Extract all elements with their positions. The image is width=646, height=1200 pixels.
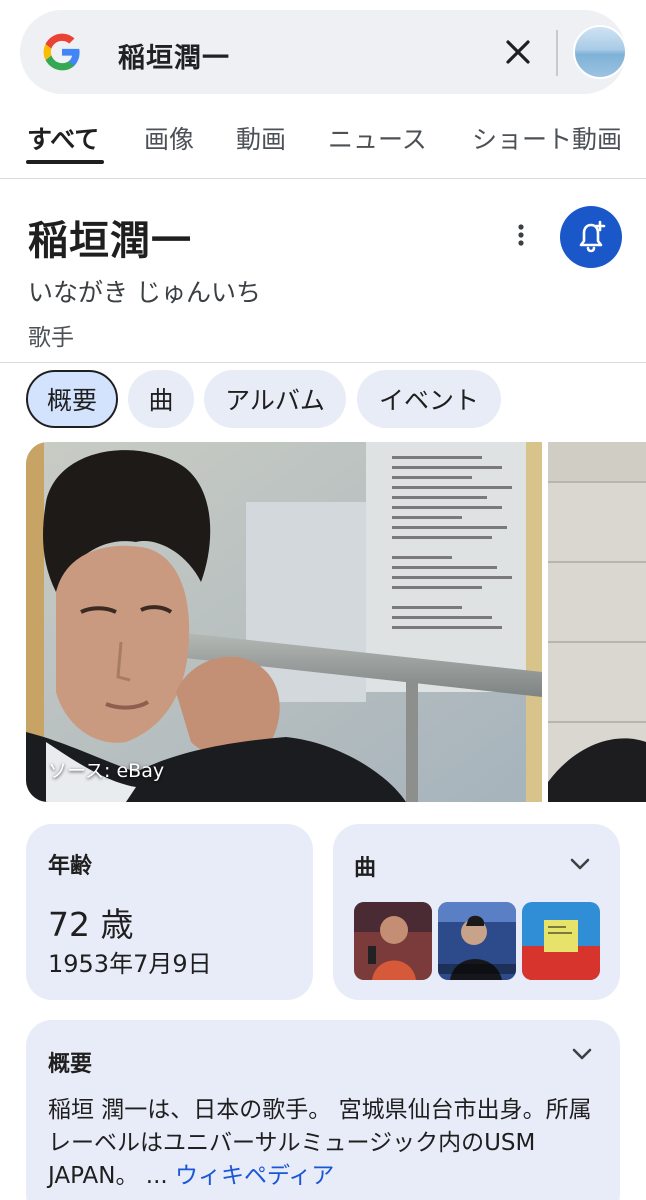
song-thumbnail[interactable] — [522, 902, 600, 980]
tab-short-videos[interactable]: ショート動画 — [472, 120, 622, 156]
search-input[interactable]: 稲垣潤一 — [118, 36, 230, 75]
tab-images[interactable]: 画像 — [144, 120, 194, 156]
entity-photo[interactable] — [26, 442, 542, 802]
bell-add-icon — [579, 220, 606, 253]
search-tabs: すべて 画像 動画 ニュース ショート動画 — [0, 108, 646, 172]
tab-videos[interactable]: 動画 — [236, 120, 286, 156]
search-divider — [556, 30, 558, 76]
tab-all[interactable]: すべて — [27, 120, 99, 156]
photo-illustration — [26, 442, 542, 802]
chevron-down-icon[interactable] — [568, 852, 592, 876]
chevron-down-icon[interactable] — [570, 1042, 594, 1066]
chip-songs[interactable]: 曲 — [128, 370, 194, 428]
more-vert-icon[interactable] — [508, 222, 534, 248]
entity-title: 稲垣潤一 — [28, 218, 192, 264]
song-thumbnail-image — [438, 902, 516, 980]
song-thumbnail[interactable] — [354, 902, 432, 980]
chip-albums[interactable]: アルバム — [204, 370, 346, 428]
entity-category: 歌手 — [28, 325, 74, 351]
close-icon[interactable] — [502, 36, 534, 68]
wikipedia-link[interactable]: ウィキペディア — [175, 1163, 334, 1189]
overview-ellipsis: ... — [138, 1163, 176, 1189]
overview-text: 稲垣 潤一は、日本の歌手。 宮城県仙台市出身。所属レーベルはユニバーサルミュージ… — [48, 1094, 600, 1193]
follow-button[interactable] — [560, 206, 622, 268]
header-divider — [0, 362, 646, 363]
google-logo-icon — [43, 33, 80, 71]
age-value: 72 歳 — [48, 905, 134, 944]
birthdate: 1953年7月9日 — [48, 950, 212, 978]
tab-news[interactable]: ニュース — [328, 120, 427, 156]
age-card-title: 年齢 — [48, 854, 93, 879]
entity-reading: いながき じゅんいち — [28, 278, 261, 307]
tabs-divider — [0, 178, 646, 179]
entity-photo-next[interactable] — [548, 442, 646, 802]
image-source-label: ソース: eBay — [48, 760, 165, 782]
photo-next-illustration — [548, 442, 646, 802]
chip-events[interactable]: イベント — [357, 370, 501, 428]
avatar[interactable] — [573, 25, 627, 79]
search-bar[interactable]: 稲垣潤一 — [20, 10, 627, 94]
song-thumbnail-image — [354, 902, 432, 980]
overview-card-title: 概要 — [48, 1052, 93, 1077]
active-tab-indicator — [26, 160, 104, 164]
chip-overview[interactable]: 概要 — [26, 370, 118, 428]
songs-card-title: 曲 — [354, 856, 377, 881]
song-thumbnail[interactable] — [438, 902, 516, 980]
song-thumbnail-image — [522, 902, 600, 980]
